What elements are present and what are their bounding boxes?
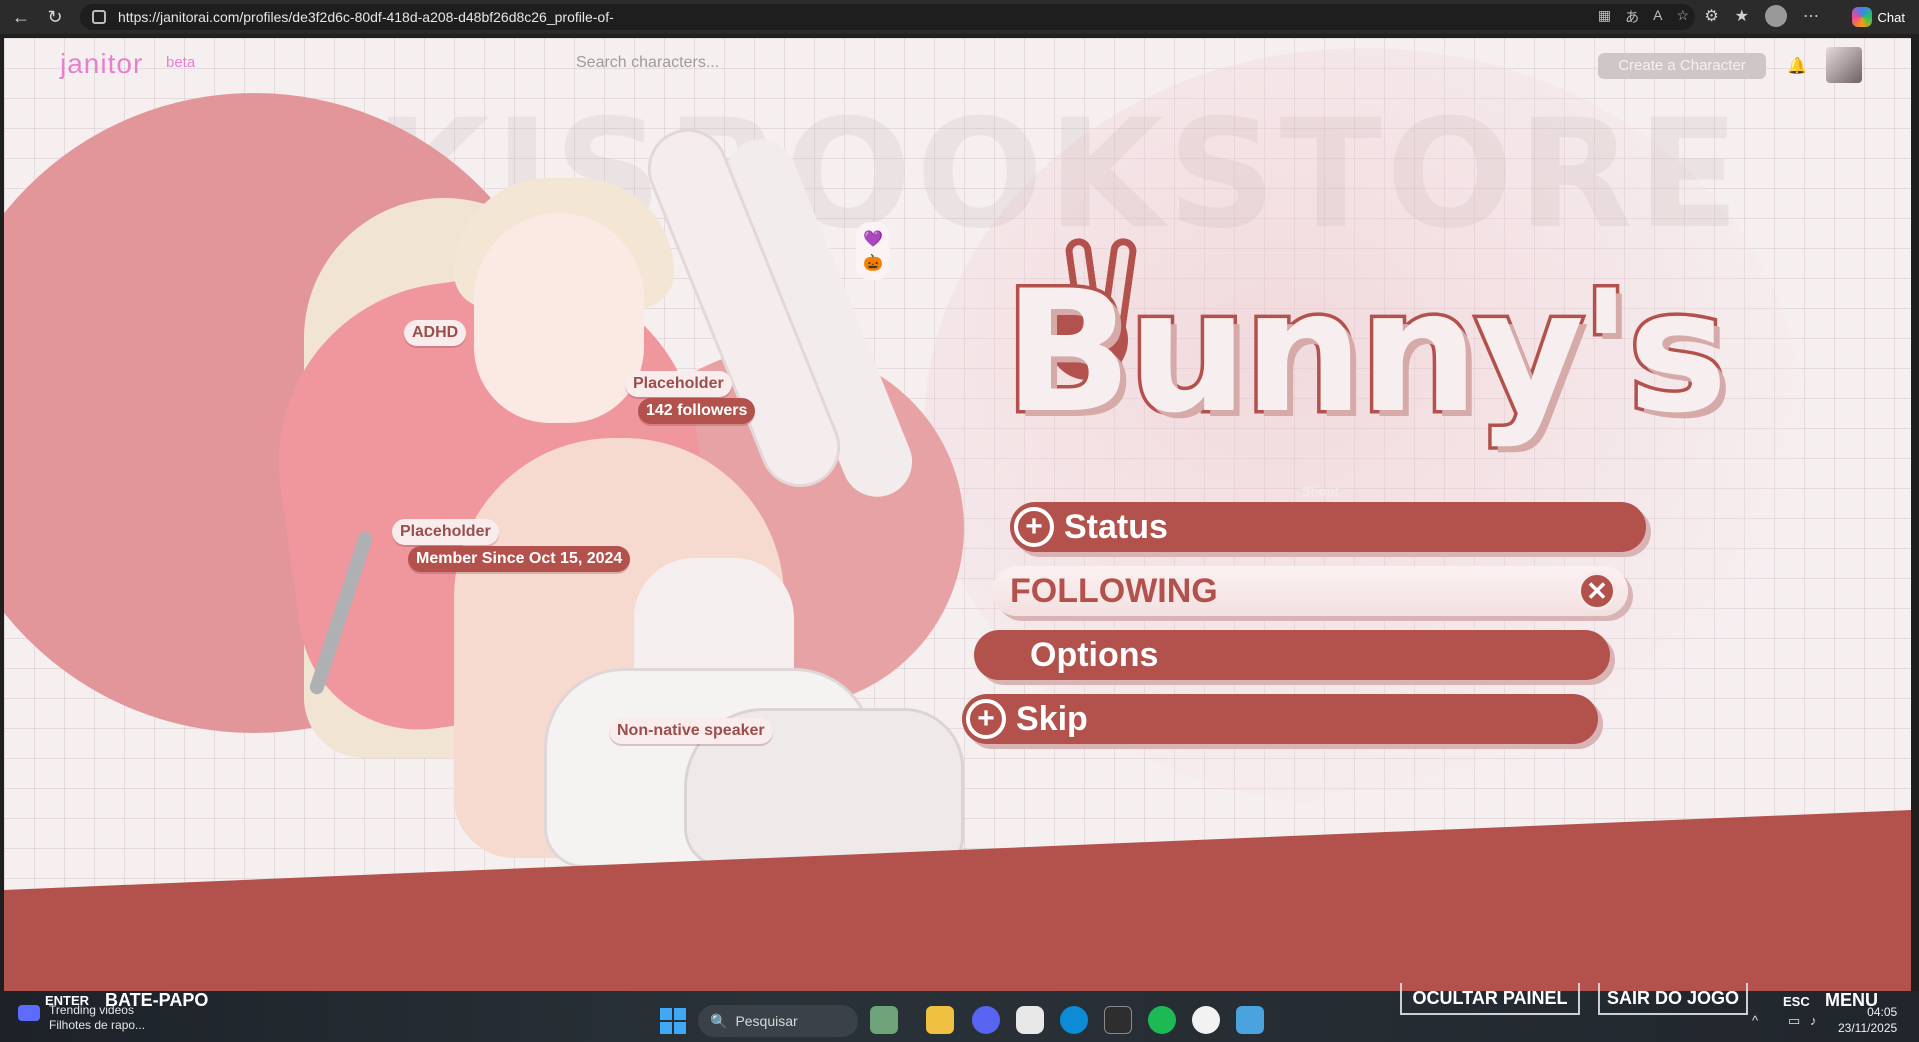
followers-count[interactable]: 142 followers <box>638 398 756 424</box>
status-label: Status <box>1064 507 1168 546</box>
news-widget-icon[interactable] <box>18 1005 40 1021</box>
create-character-button[interactable]: Create a Character <box>1598 53 1766 79</box>
options-button[interactable]: Options <box>974 630 1610 680</box>
clock-time: 04:05 <box>1867 1005 1898 1019</box>
browser-toolbar: ← ↻ https://janitorai.com/profiles/de3f2… <box>0 0 1919 34</box>
translate-icon[interactable]: あ <box>1625 7 1639 27</box>
emoji-badges: 💜 🎃 <box>856 222 890 280</box>
notification-bell-icon[interactable]: 🔔 <box>1787 56 1807 76</box>
favorites-icon[interactable]: ★ <box>1735 6 1749 26</box>
tray-chevron-icon[interactable]: ^ <box>1752 1013 1758 1028</box>
status-button[interactable]: + Status <box>1010 502 1646 552</box>
unfollow-close-icon[interactable]: ✕ <box>1578 572 1616 610</box>
steam-icon[interactable] <box>1016 1006 1044 1034</box>
notepad-icon[interactable] <box>1236 1006 1264 1034</box>
tag-placeholder-2: Placeholder <box>392 519 499 545</box>
terminal-icon[interactable] <box>1104 1006 1132 1034</box>
page-viewport: KISBOOKSTORE janitor beta Search charact… <box>4 38 1911 991</box>
chat-hint[interactable]: BATE-PAPO <box>105 990 208 1011</box>
overwatch-icon[interactable] <box>1192 1006 1220 1034</box>
lock-icon <box>92 10 106 24</box>
following-button[interactable]: FOLLOWING ✕ <box>992 566 1628 616</box>
esc-key-hint: ESC <box>1783 994 1810 1009</box>
app-grid-icon[interactable]: ▦ <box>1598 7 1611 27</box>
game-app-icon[interactable] <box>870 1006 898 1034</box>
plus-icon: + <box>966 699 1006 739</box>
read-aloud-icon[interactable]: A <box>1653 7 1662 27</box>
news-subtitle: Filhotes de rapo... <box>49 1018 146 1032</box>
tag-non-native: Non-native speaker <box>609 718 773 744</box>
more-menu-icon[interactable]: ⋯ <box>1803 6 1819 26</box>
search-icon: 🔍 <box>710 1012 728 1029</box>
search-input[interactable]: Search characters... <box>576 54 816 78</box>
skip-label: Skip <box>1016 699 1088 738</box>
face-art <box>474 213 644 423</box>
skip-button[interactable]: + Skip <box>962 694 1598 744</box>
extensions-icon[interactable]: ⚙ <box>1704 6 1718 26</box>
favorite-star-icon[interactable]: ☆ <box>1676 7 1689 27</box>
spotify-icon[interactable] <box>1148 1006 1176 1034</box>
tag-placeholder-1: Placeholder <box>625 371 732 397</box>
shop-hint[interactable]: Shop! <box>1302 484 1339 499</box>
discord-icon[interactable] <box>972 1006 1000 1034</box>
following-label: FOLLOWING <box>1010 571 1218 610</box>
tag-adhd: ADHD <box>404 320 467 346</box>
url-text: https://janitorai.com/profiles/de3f2d6c-… <box>118 9 614 25</box>
browser-profile-avatar[interactable] <box>1765 5 1787 27</box>
enter-key-hint: ENTER <box>45 993 90 1008</box>
edge-browser-icon[interactable] <box>1060 1006 1088 1034</box>
beta-badge: beta <box>166 54 196 71</box>
taskbar-search-label: Pesquisar <box>735 1013 798 1029</box>
chat-label: Chat <box>1877 9 1905 25</box>
plus-icon: + <box>1014 507 1054 547</box>
member-since: Member Since Oct 15, 2024 <box>408 546 631 572</box>
reload-icon[interactable]: ↻ <box>42 4 68 30</box>
purple-heart-icon: 💜 <box>863 231 883 248</box>
site-header: janitor beta Search characters... Create… <box>4 38 1911 88</box>
back-icon[interactable]: ← <box>8 4 34 30</box>
file-explorer-icon[interactable] <box>926 1006 954 1034</box>
hide-panel-button[interactable]: OCULTAR PAINEL <box>1400 983 1580 1015</box>
clock-date: 23/11/2025 <box>1838 1021 1898 1035</box>
taskbar-search[interactable]: 🔍 Pesquisar <box>698 1005 858 1037</box>
network-icon[interactable]: ▭ <box>1788 1013 1800 1029</box>
user-avatar[interactable] <box>1826 47 1862 83</box>
pumpkin-icon: 🎃 <box>863 255 883 272</box>
options-label: Options <box>1030 635 1159 674</box>
copilot-icon <box>1851 7 1872 27</box>
volume-icon[interactable]: ♪ <box>1810 1013 1817 1028</box>
site-logo[interactable]: janitor <box>60 48 143 80</box>
copilot-chat-button[interactable]: Chat <box>1844 4 1913 30</box>
address-bar[interactable]: https://janitorai.com/profiles/de3f2d6c-… <box>80 4 1695 30</box>
windows-start-icon[interactable] <box>660 1008 686 1034</box>
exit-game-button[interactable]: SAIR DO JOGO <box>1598 983 1748 1015</box>
profile-title: Bunny's <box>1001 254 1732 450</box>
system-clock[interactable]: 04:05 23/11/2025 <box>1838 1004 1897 1036</box>
